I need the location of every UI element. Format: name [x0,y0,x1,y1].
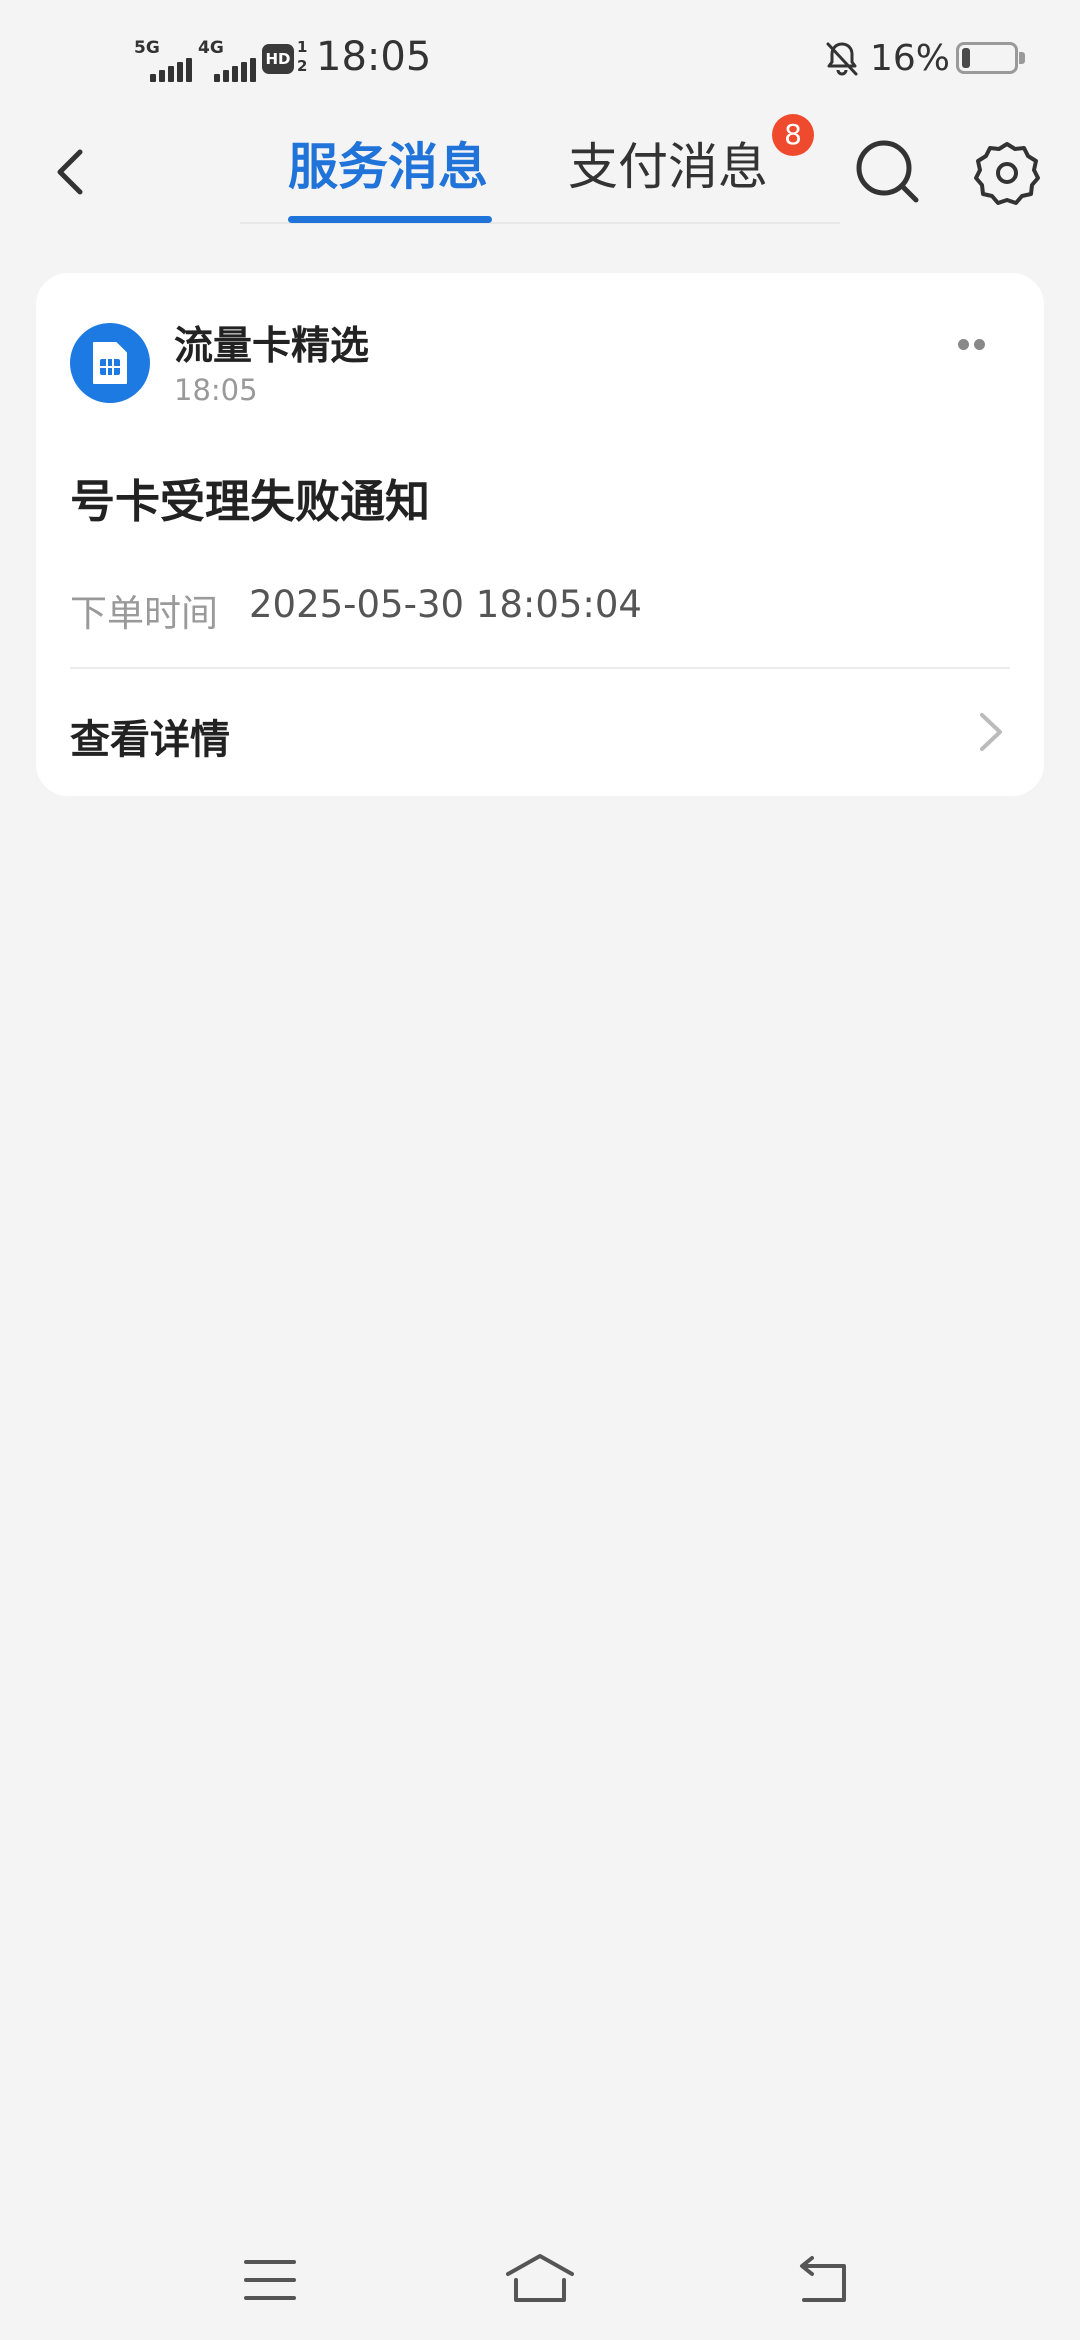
home-icon[interactable] [500,2250,580,2310]
order-time-value: 2025-05-30 18:05:04 [249,583,642,626]
view-details-link[interactable]: 查看详情 [70,707,230,765]
unread-badge: 8 [772,114,814,156]
screen: 5G 4G HD 1 2 18:05 16% 服务消息 支付消息 8 流量卡精选… [0,0,1080,2340]
gear-icon[interactable] [972,138,1042,208]
more-options-icon[interactable] [954,329,998,361]
battery-icon [956,42,1025,74]
battery-percent: 16% [870,38,951,79]
order-time-label: 下单时间 [70,592,218,635]
hd-sim-label: 1 2 [297,38,308,75]
hd-voice-icon: HD [262,44,294,74]
status-bar: 5G 4G HD 1 2 18:05 16% [0,0,1080,110]
chevron-right-icon[interactable] [972,707,1008,757]
bell-muted-icon [826,42,858,76]
top-nav: 服务消息 支付消息 8 [0,110,1080,240]
back-icon[interactable] [40,140,104,204]
tab-service-messages[interactable]: 服务消息 [288,132,488,202]
menu-icon[interactable] [230,2250,310,2310]
back-nav-icon[interactable] [784,2250,864,2310]
status-time: 18:05 [316,34,432,80]
network-label-1: 5G [134,38,160,58]
search-icon[interactable] [852,136,924,208]
message-card[interactable]: 流量卡精选 18:05 号卡受理失败通知 下单时间 2025-05-30 18:… [36,273,1044,796]
sender-time: 18:05 [174,373,258,407]
active-tab-indicator [288,216,492,223]
battery-fill [962,48,970,68]
network-label-2: 4G [198,38,224,58]
message-title: 号卡受理失败通知 [70,475,431,528]
card-divider [70,667,1010,669]
system-nav-bar [0,2220,1080,2340]
sender-name: 流量卡精选 [174,324,370,369]
sim-card-icon [70,323,150,403]
tab-payment-messages[interactable]: 支付消息 [568,132,768,202]
